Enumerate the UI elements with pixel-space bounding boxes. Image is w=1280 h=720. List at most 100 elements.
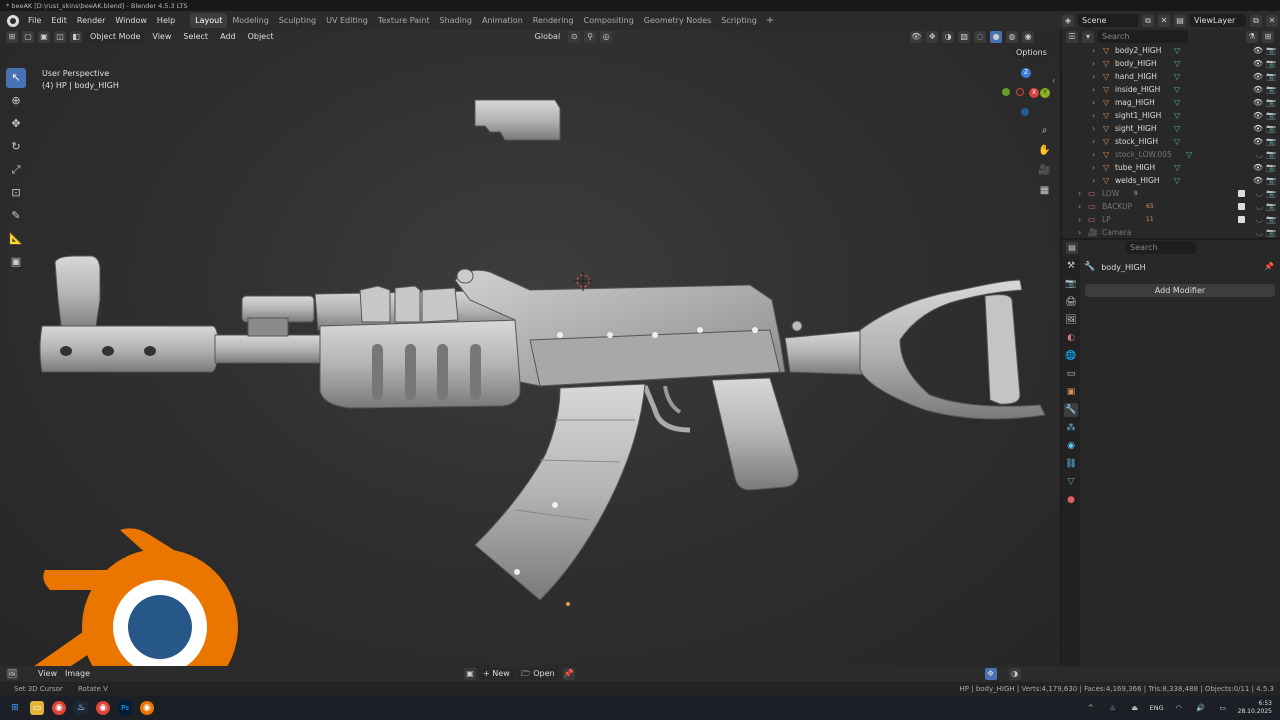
expand-arrow-icon[interactable]: › [1092,174,1095,187]
collection-checkbox[interactable] [1238,190,1245,197]
options-dropdown[interactable]: Options [1012,47,1051,59]
tab-sculpting[interactable]: Sculpting [274,13,321,28]
blender-taskbar-icon[interactable]: ◉ [140,701,154,715]
camera-render-icon[interactable]: 📷 [1266,226,1276,239]
delete-scene-icon[interactable]: ✕ [1158,14,1170,27]
wifi-icon[interactable]: ◠ [1172,701,1186,715]
tab-modeling[interactable]: Modeling [227,13,273,28]
tab-layout[interactable]: Layout [190,13,228,28]
camera-render-icon[interactable]: 📷 [1266,135,1276,148]
expand-arrow-icon[interactable]: › [1078,213,1081,226]
rotate-tool-icon[interactable]: ↻ [6,137,26,157]
axis-x[interactable]: X [1029,88,1039,98]
eye-icon[interactable]: 👁 [1253,161,1263,174]
menu-object[interactable]: Object [244,31,278,43]
axis-z[interactable]: Z [1021,68,1031,78]
tab-scripting[interactable]: Scripting [716,13,762,28]
visibility-icon[interactable]: 👁 [910,31,923,43]
pin-icon[interactable]: 📌 [1264,262,1274,271]
snap-icon[interactable]: ⚲ [584,31,597,43]
material-shading-icon[interactable]: ◍ [1006,31,1019,43]
modifier-tab-icon[interactable]: 🔧 [1064,403,1078,417]
camera-render-icon[interactable]: 📷 [1266,57,1276,70]
editor-type-icon[interactable]: ⊞ [6,31,18,43]
mesh-data-icon[interactable]: ▽ [1186,148,1192,161]
expand-arrow-icon[interactable]: › [1092,44,1095,57]
collection-tab-icon[interactable]: ▭ [1064,367,1078,381]
outliner-item[interactable]: › ▽ stock_LOW.005 ▽ ◡ 📷 [1062,148,1280,161]
expand-arrow-icon[interactable]: › [1092,161,1095,174]
outliner-item[interactable]: › ▽ body_HIGH ▽ 👁 📷 [1062,57,1280,70]
eye-icon[interactable]: 👁 [1253,57,1263,70]
mesh-data-icon[interactable]: ▽ [1174,161,1180,174]
expand-arrow-icon[interactable]: › [1078,226,1081,239]
orthographic-grid-icon[interactable]: ▦ [1036,182,1053,199]
expand-arrow-icon[interactable]: › [1078,200,1081,213]
viewlayer-field[interactable]: ViewLayer [1190,14,1246,27]
camera-render-icon[interactable]: 📷 [1266,96,1276,109]
navigation-gizmo[interactable]: Z Y X [1000,66,1056,122]
image-menu-view[interactable]: View [34,668,61,680]
menu-render[interactable]: Render [72,11,110,30]
new-image-button[interactable]: + New [479,668,514,680]
select-invert-icon[interactable]: ◧ [70,31,82,43]
add-modifier-button[interactable]: Add Modifier [1085,284,1275,297]
overlays-icon[interactable]: ◑ [942,31,955,43]
camera-render-icon[interactable]: 📷 [1266,70,1276,83]
tab-shading[interactable]: Shading [434,13,477,28]
solid-shading-icon[interactable]: ● [990,31,1003,43]
eye-icon[interactable]: 👁 [1253,109,1263,122]
viewlayer-icon[interactable]: ▤ [1174,14,1186,27]
mode-dropdown[interactable]: Object Mode [86,31,145,43]
scene-field[interactable]: Scene [1078,14,1138,27]
expand-arrow-icon[interactable]: › [1092,57,1095,70]
particles-tab-icon[interactable]: ⁂ [1064,421,1078,435]
expand-arrow-icon[interactable]: › [1092,122,1095,135]
tool-tab-icon[interactable]: ⚒ [1064,259,1078,273]
material-tab-icon[interactable]: ● [1064,493,1078,507]
chrome-profile-icon[interactable]: ◉ [96,701,110,715]
select-mode-set-icon[interactable]: ▢ [22,31,34,43]
outliner-item[interactable]: › ▽ body2_HIGH ▽ 👁 📷 [1062,44,1280,57]
clock[interactable]: 6:53 28.10.2025 [1238,700,1272,716]
move-tool-icon[interactable]: ✥ [6,114,26,134]
menu-help[interactable]: Help [152,11,180,30]
outliner-item[interactable]: › ▽ mag_HIGH ▽ 👁 📷 [1062,96,1280,109]
proportional-edit-icon[interactable]: ◎ [600,31,613,43]
mesh-data-icon[interactable]: ▽ [1174,174,1180,187]
hidden-eye-icon[interactable]: ◡ [1256,226,1263,239]
image-gizmo-icon[interactable]: ✥ [984,668,997,680]
cursor-tool-icon[interactable]: ⊕ [6,91,26,111]
menu-view[interactable]: View [148,31,175,43]
zoom-icon[interactable]: ⌕ [1036,122,1053,139]
annotate-tool-icon[interactable]: ✎ [6,206,26,226]
wireframe-shading-icon[interactable]: ◌ [974,31,987,43]
collection-checkbox[interactable] [1238,203,1245,210]
world-tab-icon[interactable]: 🌐 [1064,349,1078,363]
language-indicator[interactable]: ENG [1150,704,1164,712]
hidden-eye-icon[interactable]: ◡ [1256,200,1263,213]
mesh-data-icon[interactable]: ▽ [1174,135,1180,148]
mesh-data-icon[interactable]: ▽ [1174,83,1180,96]
eye-icon[interactable]: 👁 [1253,96,1263,109]
outliner-search-input[interactable]: Search [1098,30,1188,43]
mesh-data-icon[interactable]: ▽ [1174,109,1180,122]
mesh-data-icon[interactable]: ▽ [1174,57,1180,70]
tab-animation[interactable]: Animation [477,13,528,28]
pan-hand-icon[interactable]: ✋ [1036,142,1053,159]
hidden-eye-icon[interactable]: ◡ [1256,148,1263,161]
outliner-collection[interactable]: › ▭ BACKUP 65 ◡ 📷 [1062,200,1280,213]
mesh-data-icon[interactable]: ▽ [1174,96,1180,109]
tab-geometry-nodes[interactable]: Geometry Nodes [639,13,716,28]
axis-neg-z[interactable] [1021,108,1029,116]
transform-tool-icon[interactable]: ⊡ [6,183,26,203]
expand-arrow-icon[interactable]: › [1092,83,1095,96]
axis-neg-x[interactable] [1016,88,1024,96]
battery-icon[interactable]: ▭ [1216,701,1230,715]
camera-render-icon[interactable]: 📷 [1266,213,1276,226]
output-tab-icon[interactable]: 🖨 [1064,295,1078,309]
expand-arrow-icon[interactable]: › [1092,70,1095,83]
camera-render-icon[interactable]: 📷 [1266,148,1276,161]
camera-render-icon[interactable]: 📷 [1266,187,1276,200]
outliner-collection[interactable]: › ▭ LOW 8 ◡ 📷 [1062,187,1280,200]
